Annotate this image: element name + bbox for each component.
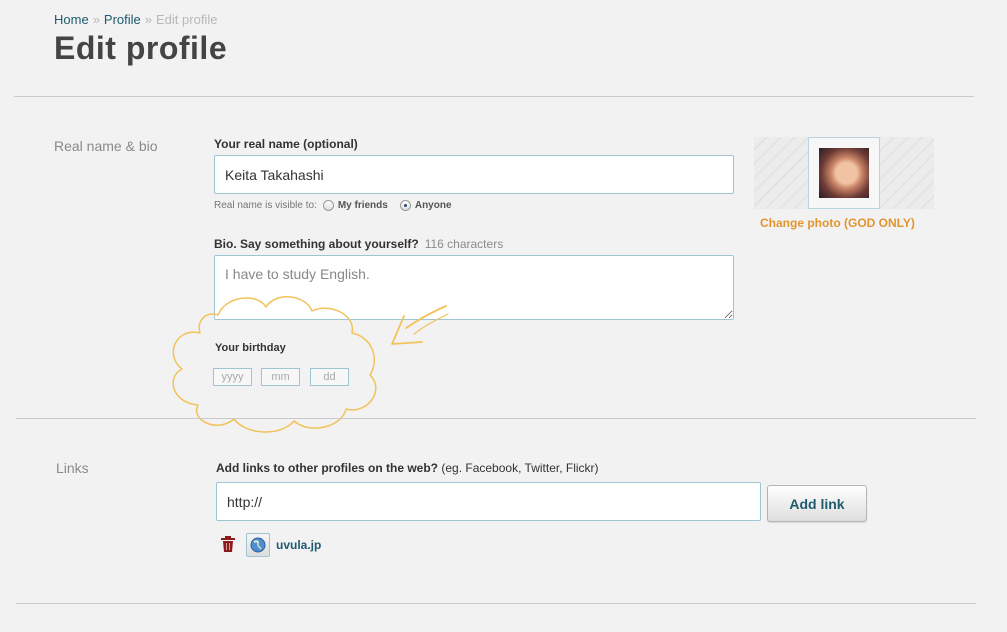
add-links-label: Add links to other profiles on the web?: [216, 461, 439, 475]
birthday-day-input[interactable]: dd: [310, 368, 349, 386]
radio-label-anyone: Anyone: [414, 200, 452, 211]
breadcrumb-profile-link[interactable]: Profile: [104, 12, 141, 27]
radio-anyone[interactable]: [399, 200, 411, 211]
real-name-label: Your real name (optional): [214, 137, 358, 151]
link-url-input[interactable]: [216, 482, 761, 521]
visibility-row: Real name is visible to: My friends Anyo…: [214, 200, 452, 211]
birthday-label: Your birthday: [215, 342, 286, 354]
add-link-button[interactable]: Add link: [767, 485, 867, 522]
bio-char-count: 116 characters: [424, 237, 504, 251]
breadcrumb-home-link[interactable]: Home: [54, 12, 89, 27]
visibility-option-anyone[interactable]: Anyone: [399, 200, 452, 211]
section-label-real-name-bio: Real name & bio: [54, 138, 158, 154]
change-photo-link[interactable]: Change photo (GOD ONLY): [760, 216, 915, 230]
breadcrumb-separator: »: [144, 12, 153, 27]
add-links-label-row: Add links to other profiles on the web? …: [216, 461, 599, 475]
avatar: [819, 148, 869, 198]
trash-icon[interactable]: [220, 536, 236, 553]
page-title: Edit profile: [54, 30, 228, 66]
divider: [16, 418, 976, 419]
breadcrumb: Home» Profile» Edit profile: [54, 12, 217, 27]
birthday-year-input[interactable]: yyyy: [213, 368, 252, 386]
section-label-links: Links: [56, 460, 89, 476]
add-links-hint: (eg. Facebook, Twitter, Flickr): [441, 461, 599, 475]
bio-label: Bio. Say something about yourself?: [214, 237, 419, 251]
visibility-label: Real name is visible to:: [214, 200, 317, 211]
globe-icon-frame: [246, 533, 270, 557]
divider: [16, 603, 976, 604]
avatar-frame[interactable]: [808, 137, 880, 209]
bio-label-row: Bio. Say something about yourself? 116 ch…: [214, 237, 503, 251]
visibility-option-friends[interactable]: My friends: [322, 200, 388, 211]
link-item-uvula[interactable]: uvula.jp: [276, 538, 321, 552]
birthday-month-input[interactable]: mm: [261, 368, 300, 386]
arrow-doodle: [391, 305, 449, 345]
radio-label-my-friends: My friends: [337, 200, 388, 211]
cloud-doodle: [172, 296, 377, 433]
radio-my-friends[interactable]: [322, 200, 334, 211]
globe-icon: [250, 537, 266, 553]
divider: [14, 96, 974, 97]
breadcrumb-current: Edit profile: [156, 12, 218, 27]
real-name-input[interactable]: [214, 155, 734, 194]
breadcrumb-separator: »: [92, 12, 100, 27]
